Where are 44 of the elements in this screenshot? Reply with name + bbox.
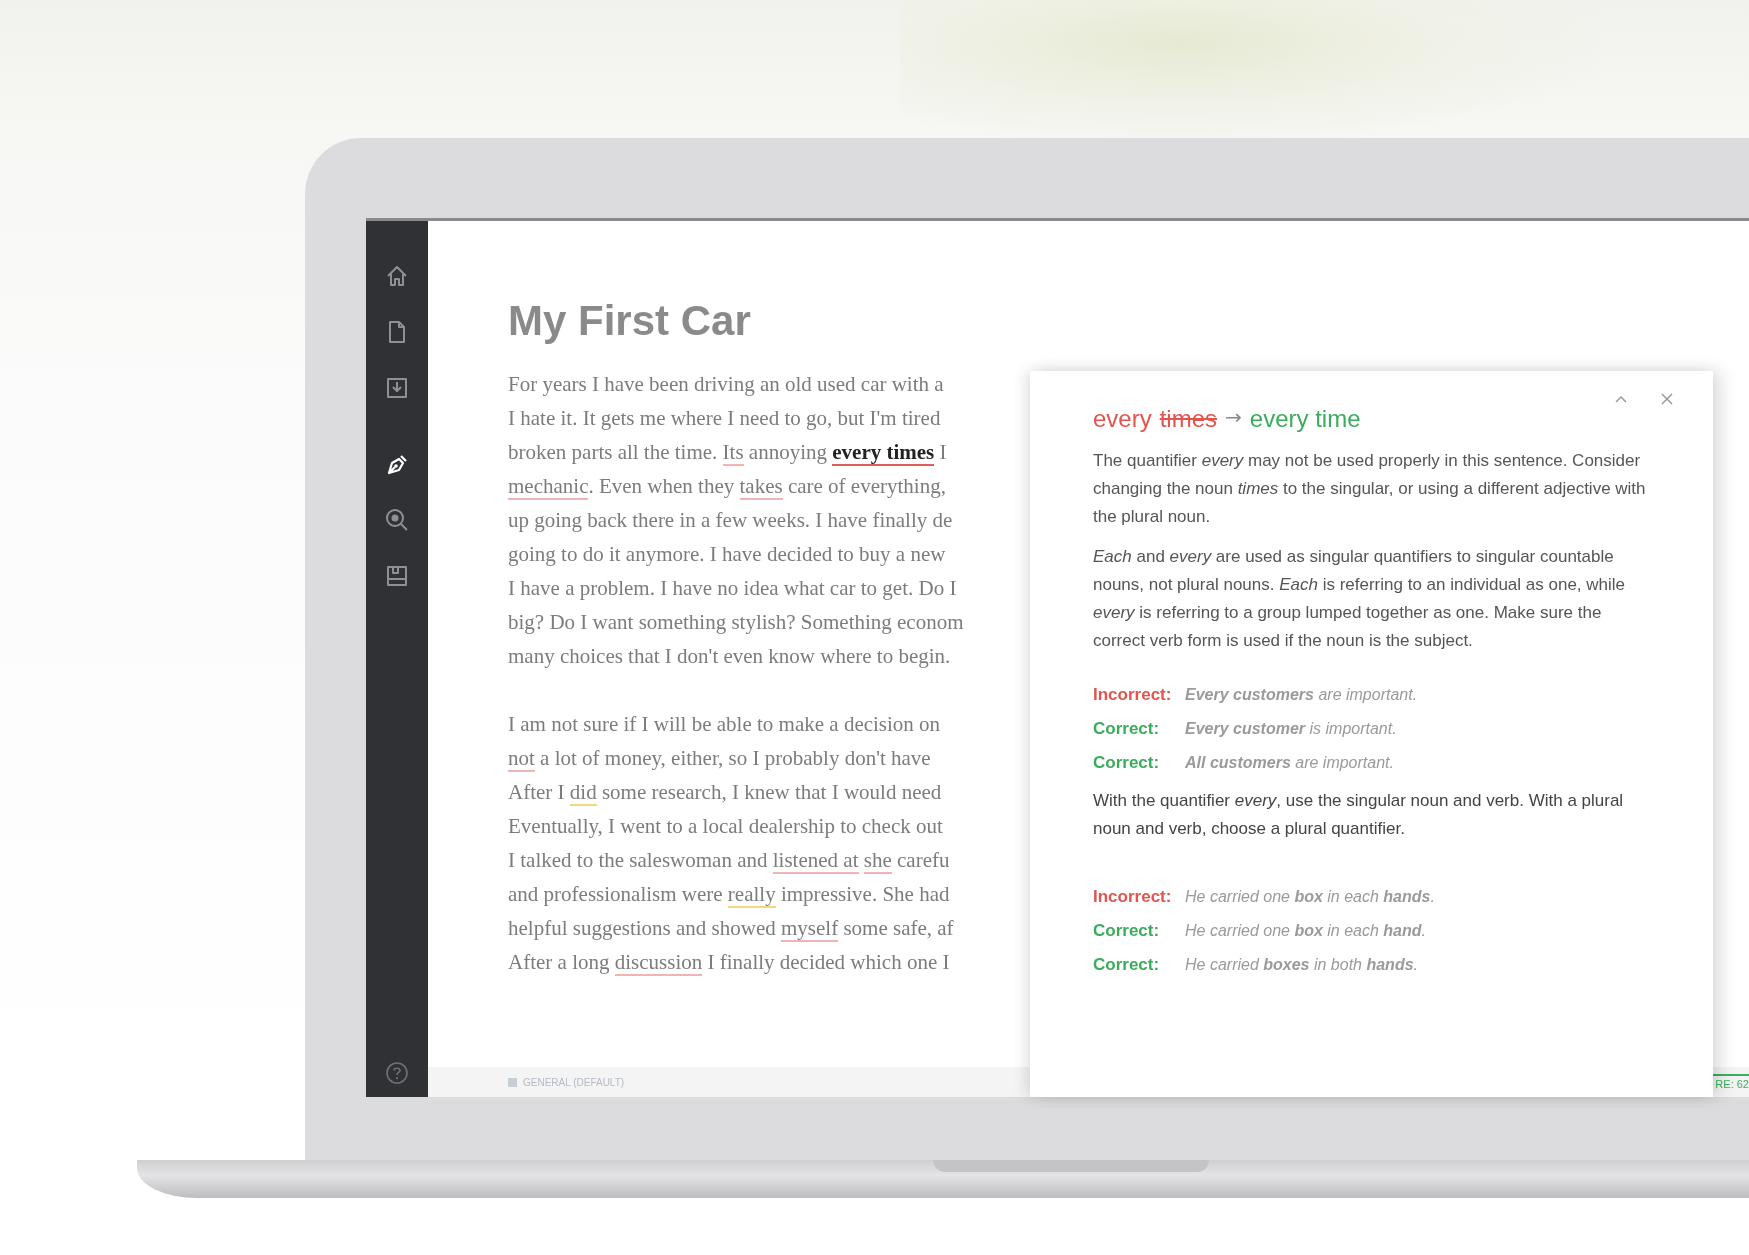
example-label: Correct: — [1093, 955, 1161, 975]
text-line: I have a problem. I have no idea what car to get. Do I — [508, 575, 957, 602]
close-icon[interactable] — [1659, 391, 1675, 407]
text-line: up going back there in a few weeks. I have finally de — [508, 507, 953, 534]
text-line: Eventually, I went to a local dealership to check out — [508, 813, 943, 840]
help-icon[interactable] — [385, 1061, 409, 1085]
save-icon[interactable] — [384, 563, 410, 589]
example-sentence: He carried boxes in both hands. — [1185, 956, 1418, 974]
text-line: mechanic. Even when they takes care of everything, — [508, 473, 946, 502]
mode-icon — [508, 1077, 517, 1087]
text-line: I am not sure if I will be able to make a decision on — [508, 711, 941, 738]
text-line: going to do it anymore. I have decided to buy a new — [508, 541, 946, 568]
text-line: After I did some research, I knew that I would need — [508, 779, 942, 808]
example-sentence: He carried one box in each hand. — [1185, 922, 1426, 940]
writing-mode[interactable]: GENERAL (DEFAULT) — [523, 1076, 625, 1088]
note-text: With the quantifier every, use the singular noun and verb. With a plural noun and verb, choose a plural quantifier. — [1093, 790, 1625, 840]
text-line: broken parts all the time. Its annoying every times I — [508, 439, 947, 468]
example-sentence: Every customers are important. — [1185, 686, 1418, 704]
text-line: I hate it. It gets me where I need to go, but I'm tired — [508, 405, 941, 432]
suggestion-title-part: every — [1093, 405, 1152, 433]
text-line: many choices that I don't even know where to begin. — [508, 643, 951, 670]
suggestion-title-part: → — [1225, 405, 1242, 431]
example-sentence: He carried one box in each hands. — [1185, 888, 1435, 906]
explanation-text: The quantifier every may not be used properly in this sentence. Consider changing the noun times to the singular, or using a different adjective with the plural noun. — [1093, 450, 1647, 528]
explanation-text: Each and every are used as singular quantifiers to singular countable nouns, not plural nouns. Each is referring to an individual as one, while every is referring to a group lumped together as one. Make sure the correct verb form is used if the noun is the subject. — [1093, 546, 1627, 652]
text-line: helpful suggestions and showed myself some safe, af — [508, 915, 954, 944]
example-label: Incorrect: — [1093, 887, 1173, 907]
document-title: My First Car — [508, 297, 752, 345]
example-label: Incorrect: — [1093, 685, 1173, 705]
suggestion-title-part: every time — [1249, 405, 1361, 433]
download-icon[interactable] — [384, 375, 410, 401]
text-line: and professionalism were really impressive. She had — [508, 881, 950, 910]
text-line: not a lot of money, either, so I probably don't have — [508, 745, 931, 774]
text-line: For years I have been driving an old used car with a — [508, 371, 944, 398]
text-line: I talked to the saleswoman and listened at she carefu — [508, 847, 950, 876]
search-icon[interactable] — [384, 507, 410, 533]
example-label: Correct: — [1093, 753, 1161, 773]
text-line: big? Do I want something stylish? Something econom — [508, 609, 964, 636]
suggestion-title-part: times — [1159, 405, 1218, 433]
example-label: Correct: — [1093, 921, 1161, 941]
example-sentence: Every customer is important. — [1185, 720, 1397, 738]
text-line: After a long discussion I finally decided which one I — [508, 949, 950, 978]
example-label: Correct: — [1093, 719, 1161, 739]
example-sentence: All customers are important. — [1185, 754, 1394, 772]
